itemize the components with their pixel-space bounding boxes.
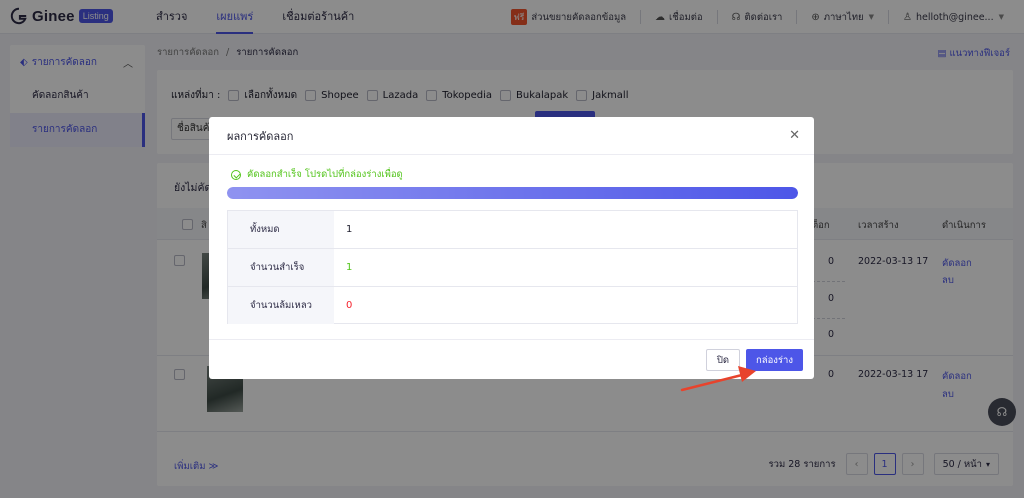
result-label: ทั้งหมด (228, 211, 334, 248)
result-row-failed: จำนวนล้มเหลว 0 (228, 287, 797, 325)
result-row-success: จำนวนสำเร็จ 1 (228, 249, 797, 287)
result-value: 0 (346, 300, 353, 311)
result-table: ทั้งหมด 1 จำนวนสำเร็จ 1 จำนวนล้มเหลว 0 (227, 210, 798, 324)
result-label: จำนวนล้มเหลว (228, 287, 334, 324)
success-message: คัดลอกสำเร็จ โปรดไปที่กล่องร่างเพื่อดู (231, 167, 403, 182)
copy-result-dialog: ผลการคัดลอก ✕ คัดลอกสำเร็จ โปรดไปที่กล่อ… (209, 117, 814, 379)
result-label: จำนวนสำเร็จ (228, 249, 334, 286)
dialog-footer-divider (209, 339, 814, 340)
result-value: 1 (346, 224, 353, 235)
progress-bar (227, 187, 798, 199)
close-icon[interactable]: ✕ (789, 128, 800, 143)
success-text: คัดลอกสำเร็จ โปรดไปที่กล่องร่างเพื่อดู (247, 169, 403, 180)
annotation-arrow-icon (680, 366, 756, 392)
dialog-title: ผลการคัดลอก (209, 117, 814, 155)
progress-fill (227, 187, 798, 199)
result-row-total: ทั้งหมด 1 (228, 211, 797, 249)
result-value: 1 (346, 262, 353, 273)
check-circle-icon (231, 169, 241, 180)
